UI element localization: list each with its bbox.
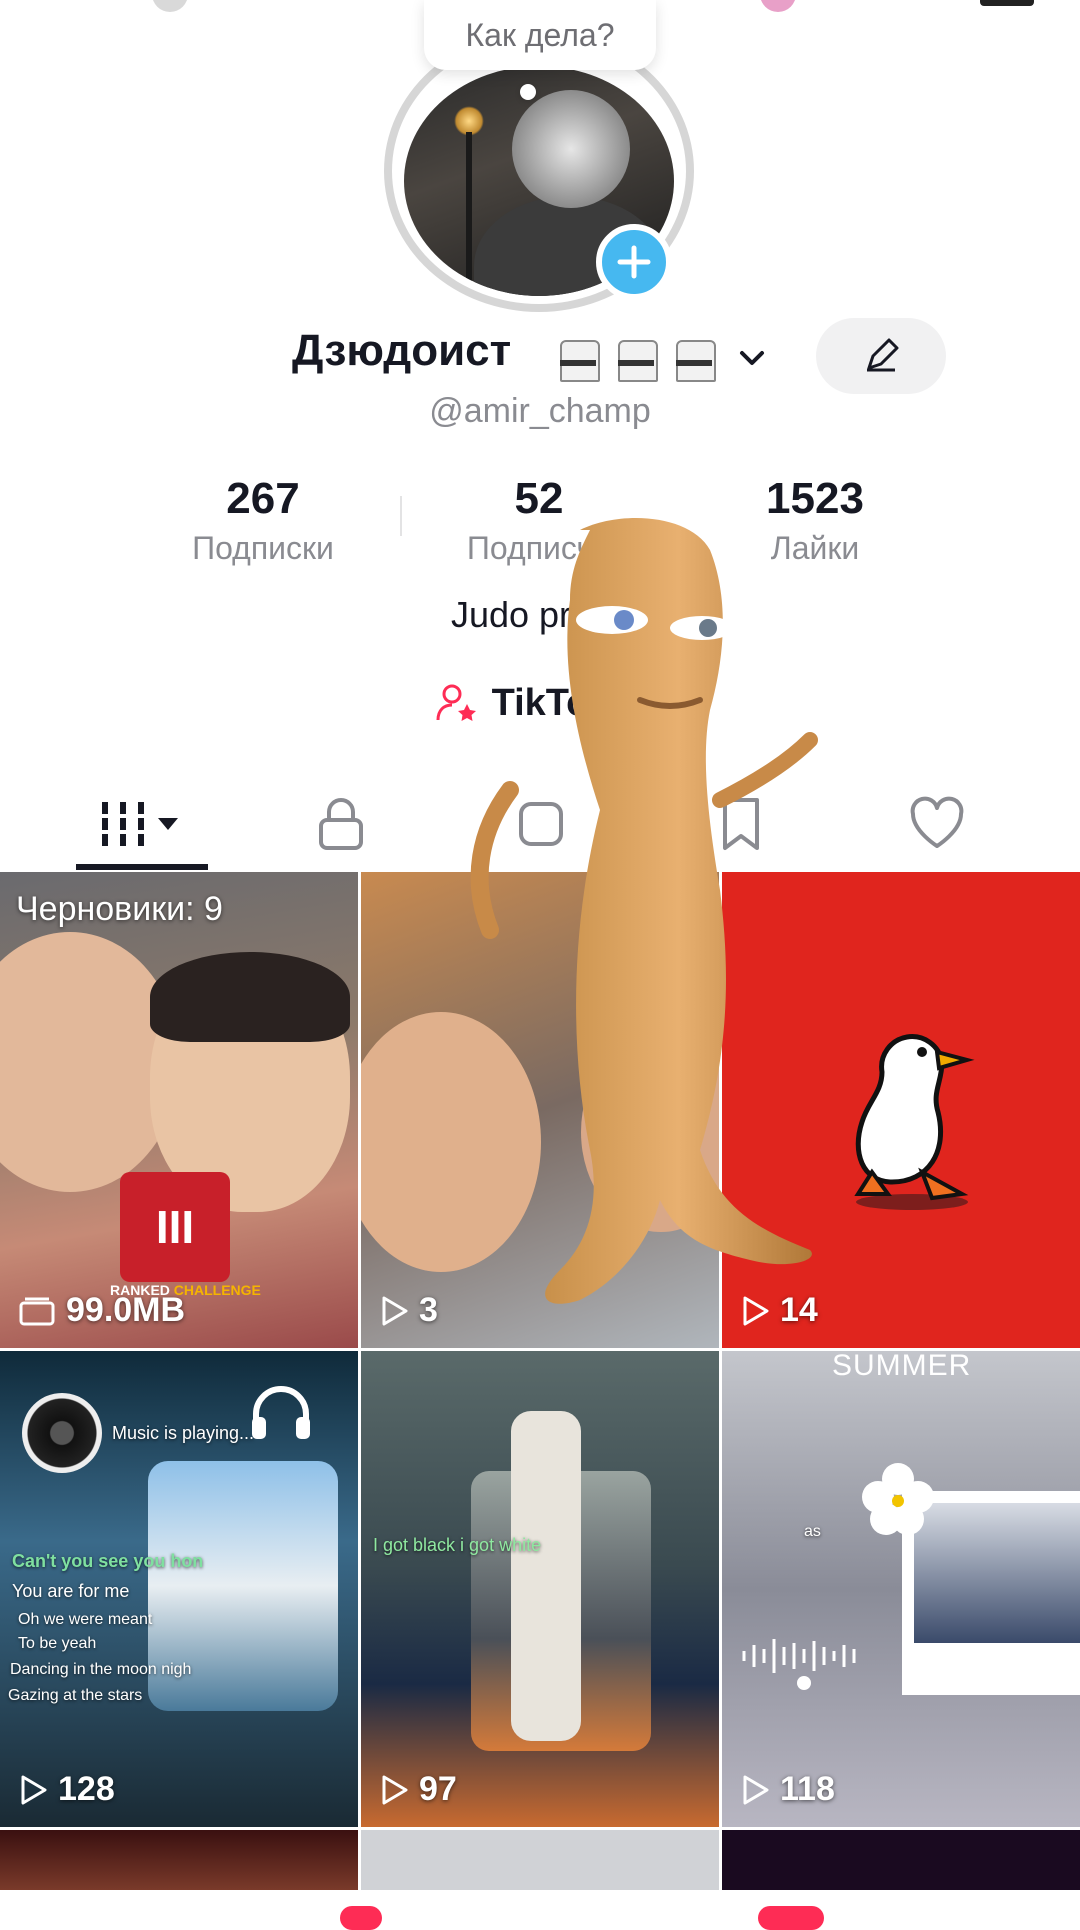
vinyl-icon <box>22 1393 102 1473</box>
video-tile[interactable] <box>0 1830 358 1890</box>
edit-profile-button[interactable] <box>816 318 946 394</box>
lock-icon <box>319 798 363 850</box>
lyric-line: To be yeah <box>18 1635 97 1652</box>
add-story-button[interactable] <box>596 224 672 300</box>
grid-icon <box>102 802 178 846</box>
overlay-text: I got black i got white <box>373 1535 542 1555</box>
ranked-num: III <box>155 1201 195 1253</box>
play-icon <box>21 1775 47 1804</box>
tile-count: 99.0MB <box>18 1291 185 1330</box>
challenge-label: CHALLENGE <box>173 1282 261 1298</box>
audio-wave-icon <box>742 1639 856 1690</box>
video-tile[interactable] <box>722 1830 1080 1890</box>
tile-count: 128 <box>18 1770 115 1809</box>
heart-icon <box>910 796 964 848</box>
gi-icon <box>556 332 600 382</box>
lyric-line: You are for me <box>12 1581 130 1601</box>
video-tile[interactable]: Music is playing... Can't you see you ho… <box>0 1351 358 1827</box>
profile-name: Дзюдоист <box>292 326 512 375</box>
tile-count-value: 97 <box>419 1770 457 1808</box>
chevron-down-icon[interactable] <box>734 340 770 376</box>
lyric-line: Gazing at the stars <box>8 1687 143 1704</box>
play-icon <box>743 1775 769 1804</box>
judoka-figure <box>511 1411 581 1741</box>
headphones-icon <box>252 1386 310 1439</box>
stat-label: Подписки <box>192 530 334 566</box>
drafts-tile[interactable]: III RANKED CHALLENGE Черновики: 9 99.0MB <box>0 872 358 1348</box>
stat-following[interactable]: 267 Подписки <box>148 474 378 567</box>
notification-badge <box>340 1906 382 1930</box>
menu-icon[interactable] <box>980 0 1034 6</box>
note-bubble[interactable]: Как дела? <box>424 0 656 100</box>
sticker-figure <box>470 518 818 1304</box>
tile-count-value: 99.0MB <box>66 1291 186 1329</box>
stat-value: 267 <box>226 474 300 523</box>
music-label: Music is playing... <box>112 1423 255 1443</box>
lyric-line: Can't you see you hon <box>12 1551 204 1571</box>
active-tab-indicator <box>76 864 208 870</box>
video-tile[interactable] <box>361 1830 719 1890</box>
note-text: Как дела? <box>465 16 615 53</box>
overlay-text: as <box>804 1523 821 1540</box>
gi-emojis <box>556 332 716 382</box>
tab-liked[interactable] <box>862 776 1012 872</box>
thumb-hair <box>150 952 350 1042</box>
play-icon <box>382 1775 408 1804</box>
tile-count: 97 <box>379 1770 457 1809</box>
ranked-badge: III <box>120 1172 230 1282</box>
flower-icon <box>862 1463 934 1535</box>
polaroid-image <box>914 1503 1080 1643</box>
pencil-icon <box>867 338 899 372</box>
tile-count: 118 <box>740 1770 835 1809</box>
drafts-label: Черновики: 9 <box>16 890 223 928</box>
profile-handle: @amir_champ <box>429 392 651 430</box>
lyric-line: Oh we were meant <box>18 1611 153 1628</box>
plus-icon <box>617 245 651 279</box>
notification-badge <box>758 1906 824 1930</box>
gi-icon <box>672 332 716 382</box>
status-icon <box>152 0 188 12</box>
drafts-icon <box>19 1297 55 1325</box>
tile-count-value: 118 <box>780 1770 835 1808</box>
tab-videos[interactable] <box>66 776 216 872</box>
tile-count-value: 128 <box>58 1770 115 1808</box>
lyric-line: Dancing in the moon nigh <box>10 1661 192 1678</box>
overlay-summer: SUMMER <box>832 1351 972 1382</box>
duck-illustration <box>854 1034 975 1210</box>
gi-icon <box>614 332 658 382</box>
status-icon <box>760 0 796 12</box>
